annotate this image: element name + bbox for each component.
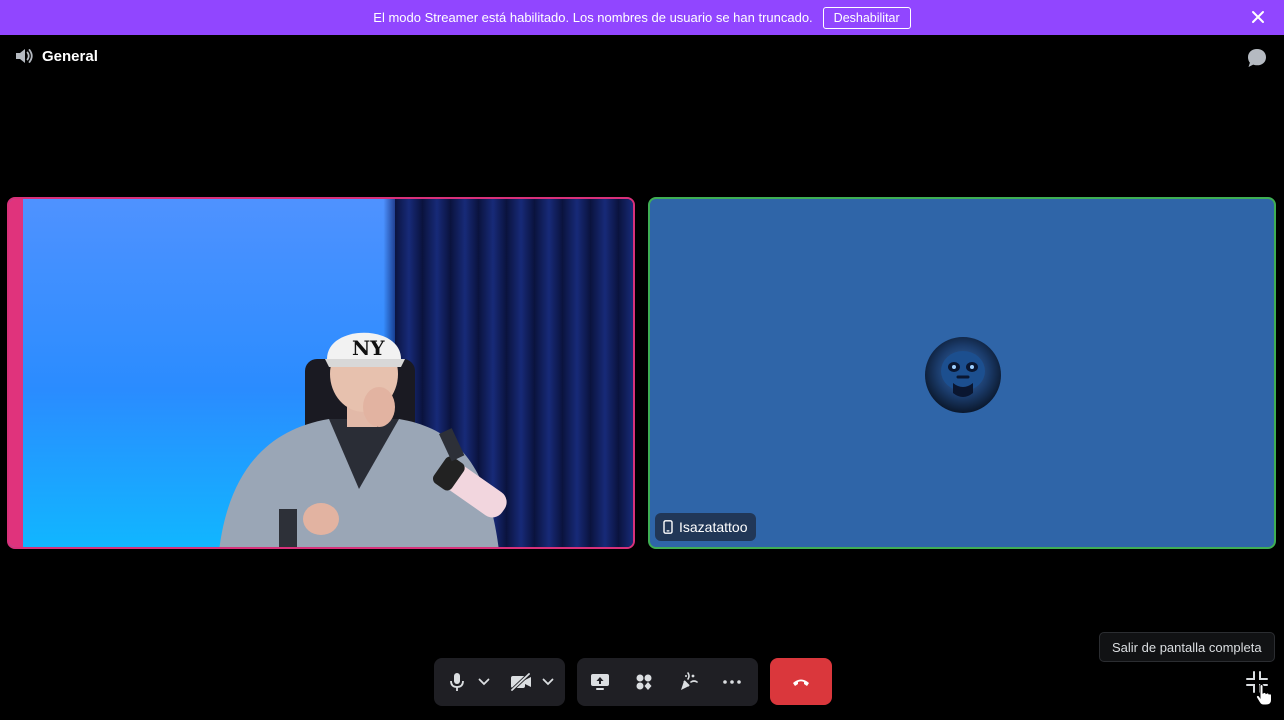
soundboard-icon bbox=[680, 672, 698, 690]
chevron-down-icon bbox=[478, 678, 490, 686]
camera-options-chevron[interactable] bbox=[537, 662, 559, 702]
video-tile-camera[interactable]: NY bbox=[7, 197, 635, 549]
exit-fullscreen-tooltip: Salir de pantalla completa bbox=[1099, 632, 1275, 662]
disconnect-button[interactable] bbox=[770, 658, 832, 705]
disable-streamer-mode-button[interactable]: Deshabilitar bbox=[822, 6, 911, 29]
svg-text:NY: NY bbox=[352, 336, 385, 360]
activities-button[interactable] bbox=[628, 662, 659, 702]
hang-up-icon bbox=[793, 679, 809, 686]
screen-share-button[interactable] bbox=[584, 662, 615, 702]
microphone-icon bbox=[450, 673, 464, 691]
user-avatar bbox=[925, 337, 1001, 413]
activity-controls-group bbox=[577, 658, 758, 706]
chevron-down-icon bbox=[542, 678, 554, 686]
streamer-mode-banner: El modo Streamer está habilitado. Los no… bbox=[0, 0, 1284, 35]
username: Isazatattoo bbox=[679, 519, 748, 535]
gorilla-avatar-icon bbox=[941, 351, 985, 397]
camera-feed-person: NY bbox=[219, 332, 507, 547]
more-options-button[interactable] bbox=[716, 662, 747, 702]
speaking-indicator bbox=[9, 199, 23, 547]
speaker-icon bbox=[16, 49, 33, 63]
user-name-tag: Isazatattoo bbox=[655, 513, 756, 541]
soundboard-button[interactable] bbox=[672, 662, 703, 702]
mute-button[interactable] bbox=[441, 662, 473, 702]
video-tile-user[interactable]: Isazatattoo bbox=[648, 197, 1276, 549]
mic-options-chevron[interactable] bbox=[473, 662, 495, 702]
channel-name: General bbox=[42, 47, 98, 65]
close-icon[interactable] bbox=[1250, 9, 1266, 25]
hand-cursor-icon bbox=[1255, 684, 1272, 706]
streamer-mode-message: El modo Streamer está habilitado. Los no… bbox=[373, 10, 813, 25]
activities-icon bbox=[636, 674, 651, 690]
chat-bubble-icon[interactable] bbox=[1246, 47, 1268, 69]
voice-controls-group bbox=[434, 658, 565, 706]
camera-button[interactable] bbox=[505, 662, 537, 702]
screen-share-icon bbox=[590, 674, 609, 690]
channel-header: General bbox=[14, 47, 98, 65]
more-options-icon bbox=[722, 680, 741, 684]
mobile-phone-icon bbox=[663, 520, 673, 534]
camera-off-icon bbox=[510, 673, 531, 691]
